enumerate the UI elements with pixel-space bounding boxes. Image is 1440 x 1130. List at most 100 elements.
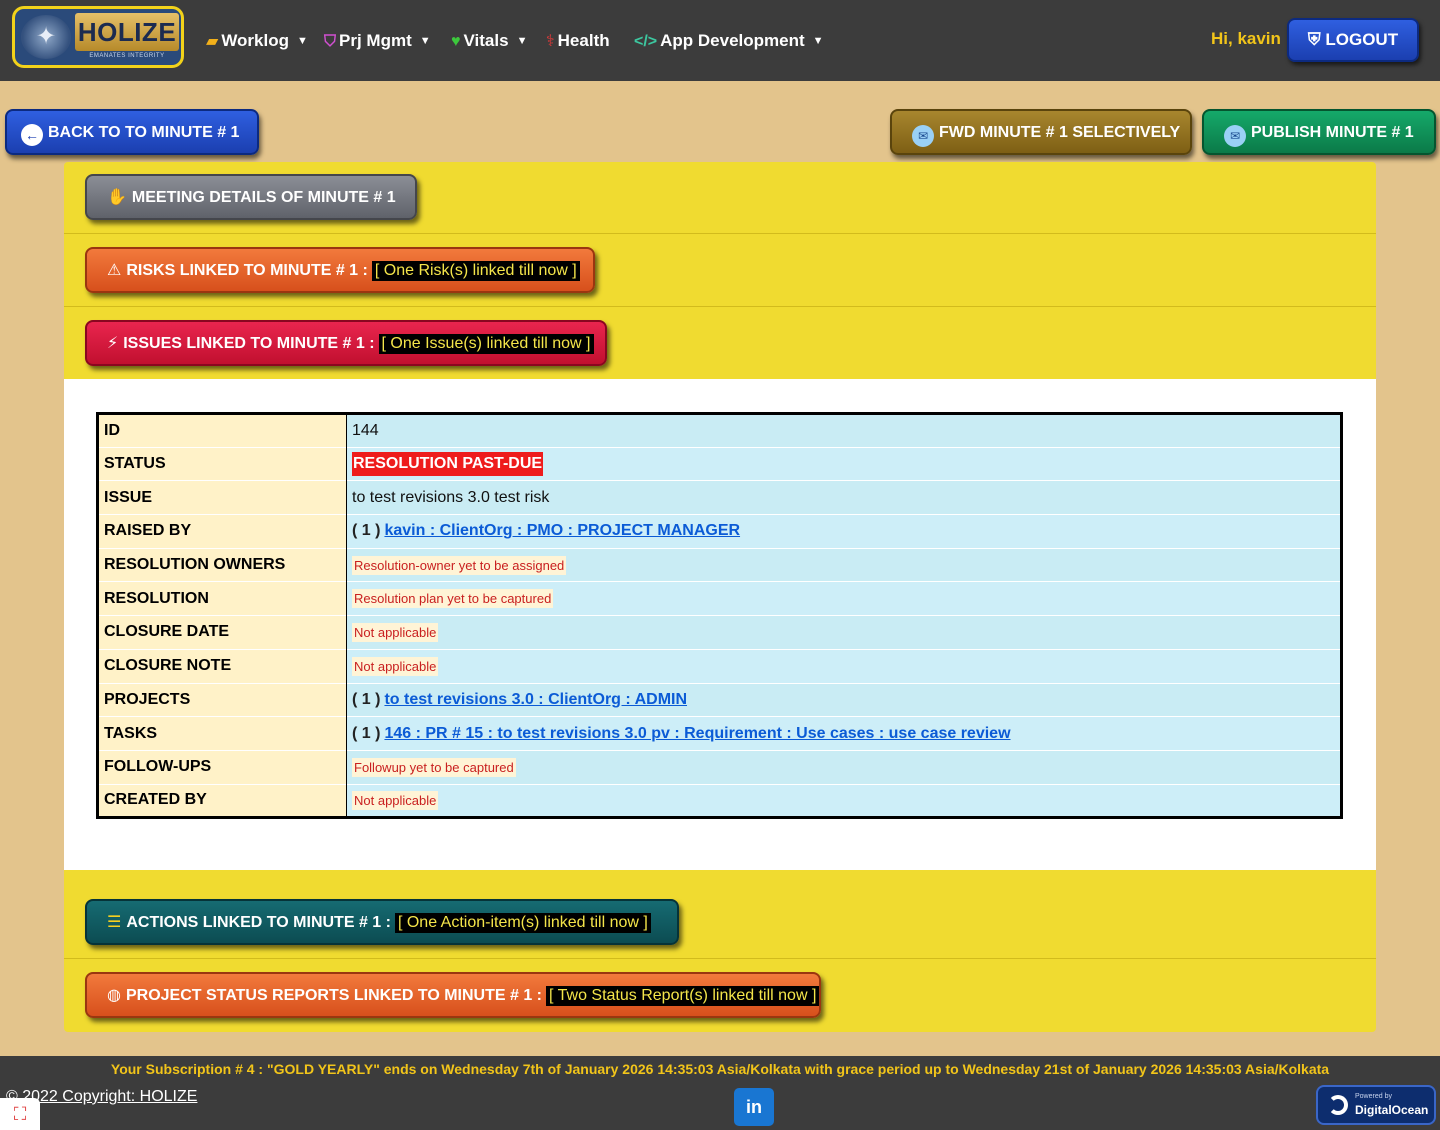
mail-icon: ✉: [1224, 125, 1246, 147]
globe-icon: ◍: [107, 987, 121, 1004]
top-navbar: ✦ HOLIZE EMANATES INTEGRITY ▰ Worklog ▼ ⛉ P…: [0, 0, 1440, 81]
actions-label: ACTIONS LINKED TO MINUTE # 1 :: [126, 914, 391, 931]
hierarchy-icon: ⛉: [324, 33, 337, 50]
closure-date-value: Not applicable: [352, 622, 439, 642]
issue-details-area: ID 144 STATUS RESOLUTION PAST-DUE ISSUE …: [64, 379, 1376, 870]
nav-app-development[interactable]: </> App Development ▼: [634, 28, 824, 54]
id-value: 144: [346, 413, 1342, 448]
nav-vitals-label: Vitals: [463, 31, 509, 50]
closure-note-value: Not applicable: [352, 656, 439, 676]
subscription-notice: Your Subscription # 4 : "GOLD YEARLY" en…: [110, 1061, 1330, 1077]
closure-date-cell: Not applicable: [346, 615, 1342, 650]
followups-value: Followup yet to be captured: [352, 757, 516, 777]
risks-toggle[interactable]: ⚠ RISKS LINKED TO MINUTE # 1 :[ One Risk(…: [85, 247, 595, 293]
resolution-key: RESOLUTION: [97, 581, 347, 616]
briefcase-icon: ▰: [206, 33, 219, 50]
caret-down-icon: ▼: [812, 35, 824, 47]
forward-minute-button[interactable]: ✉ FWD MINUTE # 1 SELECTIVELY: [890, 109, 1192, 155]
caret-down-icon: ▼: [297, 35, 308, 47]
logout-button[interactable]: ⛨ LOGOUT: [1287, 18, 1419, 62]
issue-details-table: ID 144 STATUS RESOLUTION PAST-DUE ISSUE …: [96, 412, 1343, 820]
projects-key: PROJECTS: [97, 682, 347, 717]
owners-cell: Resolution-owner yet to be assigned: [346, 547, 1342, 582]
publish-minute-button[interactable]: ✉ PUBLISH MINUTE # 1: [1202, 109, 1436, 155]
digitalocean-label: DigitalOcean: [1355, 1103, 1429, 1117]
table-row: CREATED BY Not applicable: [97, 783, 1342, 818]
risks-count-tag: [ One Risk(s) linked till now ]: [371, 261, 580, 281]
tasks-count: ( 1 ): [352, 724, 381, 742]
table-row: RAISED BY ( 1 ) kavin : ClientOrg : PMO :…: [97, 514, 1342, 549]
status-reports-toggle[interactable]: ◍ PROJECT STATUS REPORTS LINKED TO MINUTE…: [85, 972, 821, 1018]
linkedin-icon[interactable]: in: [734, 1088, 774, 1126]
resolution-value: Resolution plan yet to be captured: [352, 589, 554, 609]
publish-label: PUBLISH MINUTE # 1: [1251, 124, 1414, 141]
owners-key: RESOLUTION OWNERS: [97, 547, 347, 582]
resolution-cell: Resolution plan yet to be captured: [346, 581, 1342, 616]
digitalocean-badge[interactable]: Powered by DigitalOcean: [1316, 1085, 1436, 1125]
table-row: CLOSURE DATE Not applicable: [97, 615, 1342, 650]
tasks-key: TASKS: [97, 716, 347, 751]
task-link[interactable]: 146 : PR # 15 : to test revisions 3.0 pv…: [384, 725, 1010, 742]
issues-label: ISSUES LINKED TO MINUTE # 1 :: [123, 335, 375, 352]
status-key: STATUS: [97, 446, 347, 481]
raised-by-cell: ( 1 ) kavin : ClientOrg : PMO : PROJECT M…: [346, 514, 1342, 549]
lightning-icon: ⚡: [107, 335, 119, 352]
user-greeting: Hi, kavin: [1211, 29, 1281, 48]
table-row: CLOSURE NOTE Not applicable: [97, 648, 1342, 683]
minute-panel: ✋ MEETING DETAILS OF MINUTE # 1 ⚠ RISKS LI…: [64, 162, 1376, 1032]
footer: Your Subscription # 4 : "GOLD YEARLY" en…: [0, 1056, 1440, 1130]
status-badge: RESOLUTION PAST-DUE: [352, 452, 544, 477]
closure-note-key: CLOSURE NOTE: [97, 648, 347, 683]
nav-prj-mgmt[interactable]: ⛉ Prj Mgmt ▼: [324, 28, 431, 54]
raised-by-count: ( 1 ): [352, 522, 381, 540]
closure-date-key: CLOSURE DATE: [97, 615, 347, 650]
meeting-details-toggle[interactable]: ✋ MEETING DETAILS OF MINUTE # 1: [85, 174, 417, 220]
table-row: RESOLUTION Resolution plan yet to be cap…: [97, 581, 1342, 616]
caret-down-icon: ▼: [516, 35, 528, 47]
issues-count-tag: [ One Issue(s) linked till now ]: [378, 334, 594, 354]
status-reports-label: PROJECT STATUS REPORTS LINKED TO MINUTE …: [125, 987, 543, 1004]
table-row: STATUS RESOLUTION PAST-DUE: [97, 446, 1342, 481]
mail-icon: ✉: [912, 125, 934, 147]
arrow-left-icon: ←: [21, 124, 43, 146]
logout-label: LOGOUT: [1325, 30, 1399, 49]
nav-health[interactable]: ⚕ Health: [546, 28, 610, 54]
nav-worklog[interactable]: ▰ Worklog ▼: [206, 28, 308, 54]
id-key: ID: [97, 413, 347, 448]
actions-toggle[interactable]: ☰ ACTIONS LINKED TO MINUTE # 1 :[ One Act…: [85, 899, 679, 945]
project-link[interactable]: to test revisions 3.0 : ClientOrg : ADMI…: [384, 691, 687, 708]
meeting-details-label: MEETING DETAILS OF MINUTE # 1: [131, 189, 396, 206]
warning-icon: ⚠: [107, 262, 122, 279]
nav-worklog-label: Worklog: [221, 31, 289, 50]
table-row: TASKS ( 1 ) 146 : PR # 15 : to test revis…: [97, 716, 1342, 751]
nav-health-label: Health: [557, 31, 610, 50]
followups-key: FOLLOW-UPS: [97, 749, 347, 785]
issues-toggle[interactable]: ⚡ ISSUES LINKED TO MINUTE # 1 :[ One Issu…: [85, 320, 607, 366]
handshake-icon: ✋: [107, 189, 127, 206]
code-icon: </>: [634, 33, 658, 50]
risks-label: RISKS LINKED TO MINUTE # 1 :: [126, 262, 368, 279]
back-to-minute-button[interactable]: ← BACK TO TO MINUTE # 1: [5, 109, 259, 155]
nav-app-development-label: App Development: [660, 31, 805, 50]
divider: [64, 958, 1376, 959]
projects-cell: ( 1 ) to test revisions 3.0 : ClientOrg :…: [346, 682, 1342, 717]
digitalocean-icon: [1328, 1095, 1348, 1115]
divider: [64, 306, 1376, 307]
actions-count-tag: [ One Action-item(s) linked till now ]: [394, 913, 651, 933]
table-row: PROJECTS ( 1 ) to test revisions 3.0 : Cl…: [97, 682, 1342, 717]
owners-value: Resolution-owner yet to be assigned: [352, 555, 567, 575]
raised-by-key: RAISED BY: [97, 514, 347, 549]
brand-tagline: EMANATES INTEGRITY: [89, 53, 165, 59]
tasks-cell: ( 1 ) 146 : PR # 15 : to test revisions 3…: [346, 716, 1342, 751]
brand-logo[interactable]: ✦ HOLIZE EMANATES INTEGRITY: [12, 6, 184, 68]
raised-by-link[interactable]: kavin : ClientOrg : PMO : PROJECT MANAGE…: [384, 522, 740, 539]
nav-prj-mgmt-label: Prj Mgmt: [339, 31, 412, 50]
nav-vitals[interactable]: ♥ Vitals ▼: [451, 28, 527, 54]
projects-count: ( 1 ): [352, 690, 381, 708]
status-cell: RESOLUTION PAST-DUE: [346, 446, 1342, 481]
divider: [64, 233, 1376, 234]
issue-value: to test revisions 3.0 test risk: [346, 480, 1342, 515]
created-by-value: Not applicable: [352, 790, 439, 810]
table-row: ID 144: [97, 413, 1342, 448]
list-icon: ☰: [107, 914, 122, 931]
